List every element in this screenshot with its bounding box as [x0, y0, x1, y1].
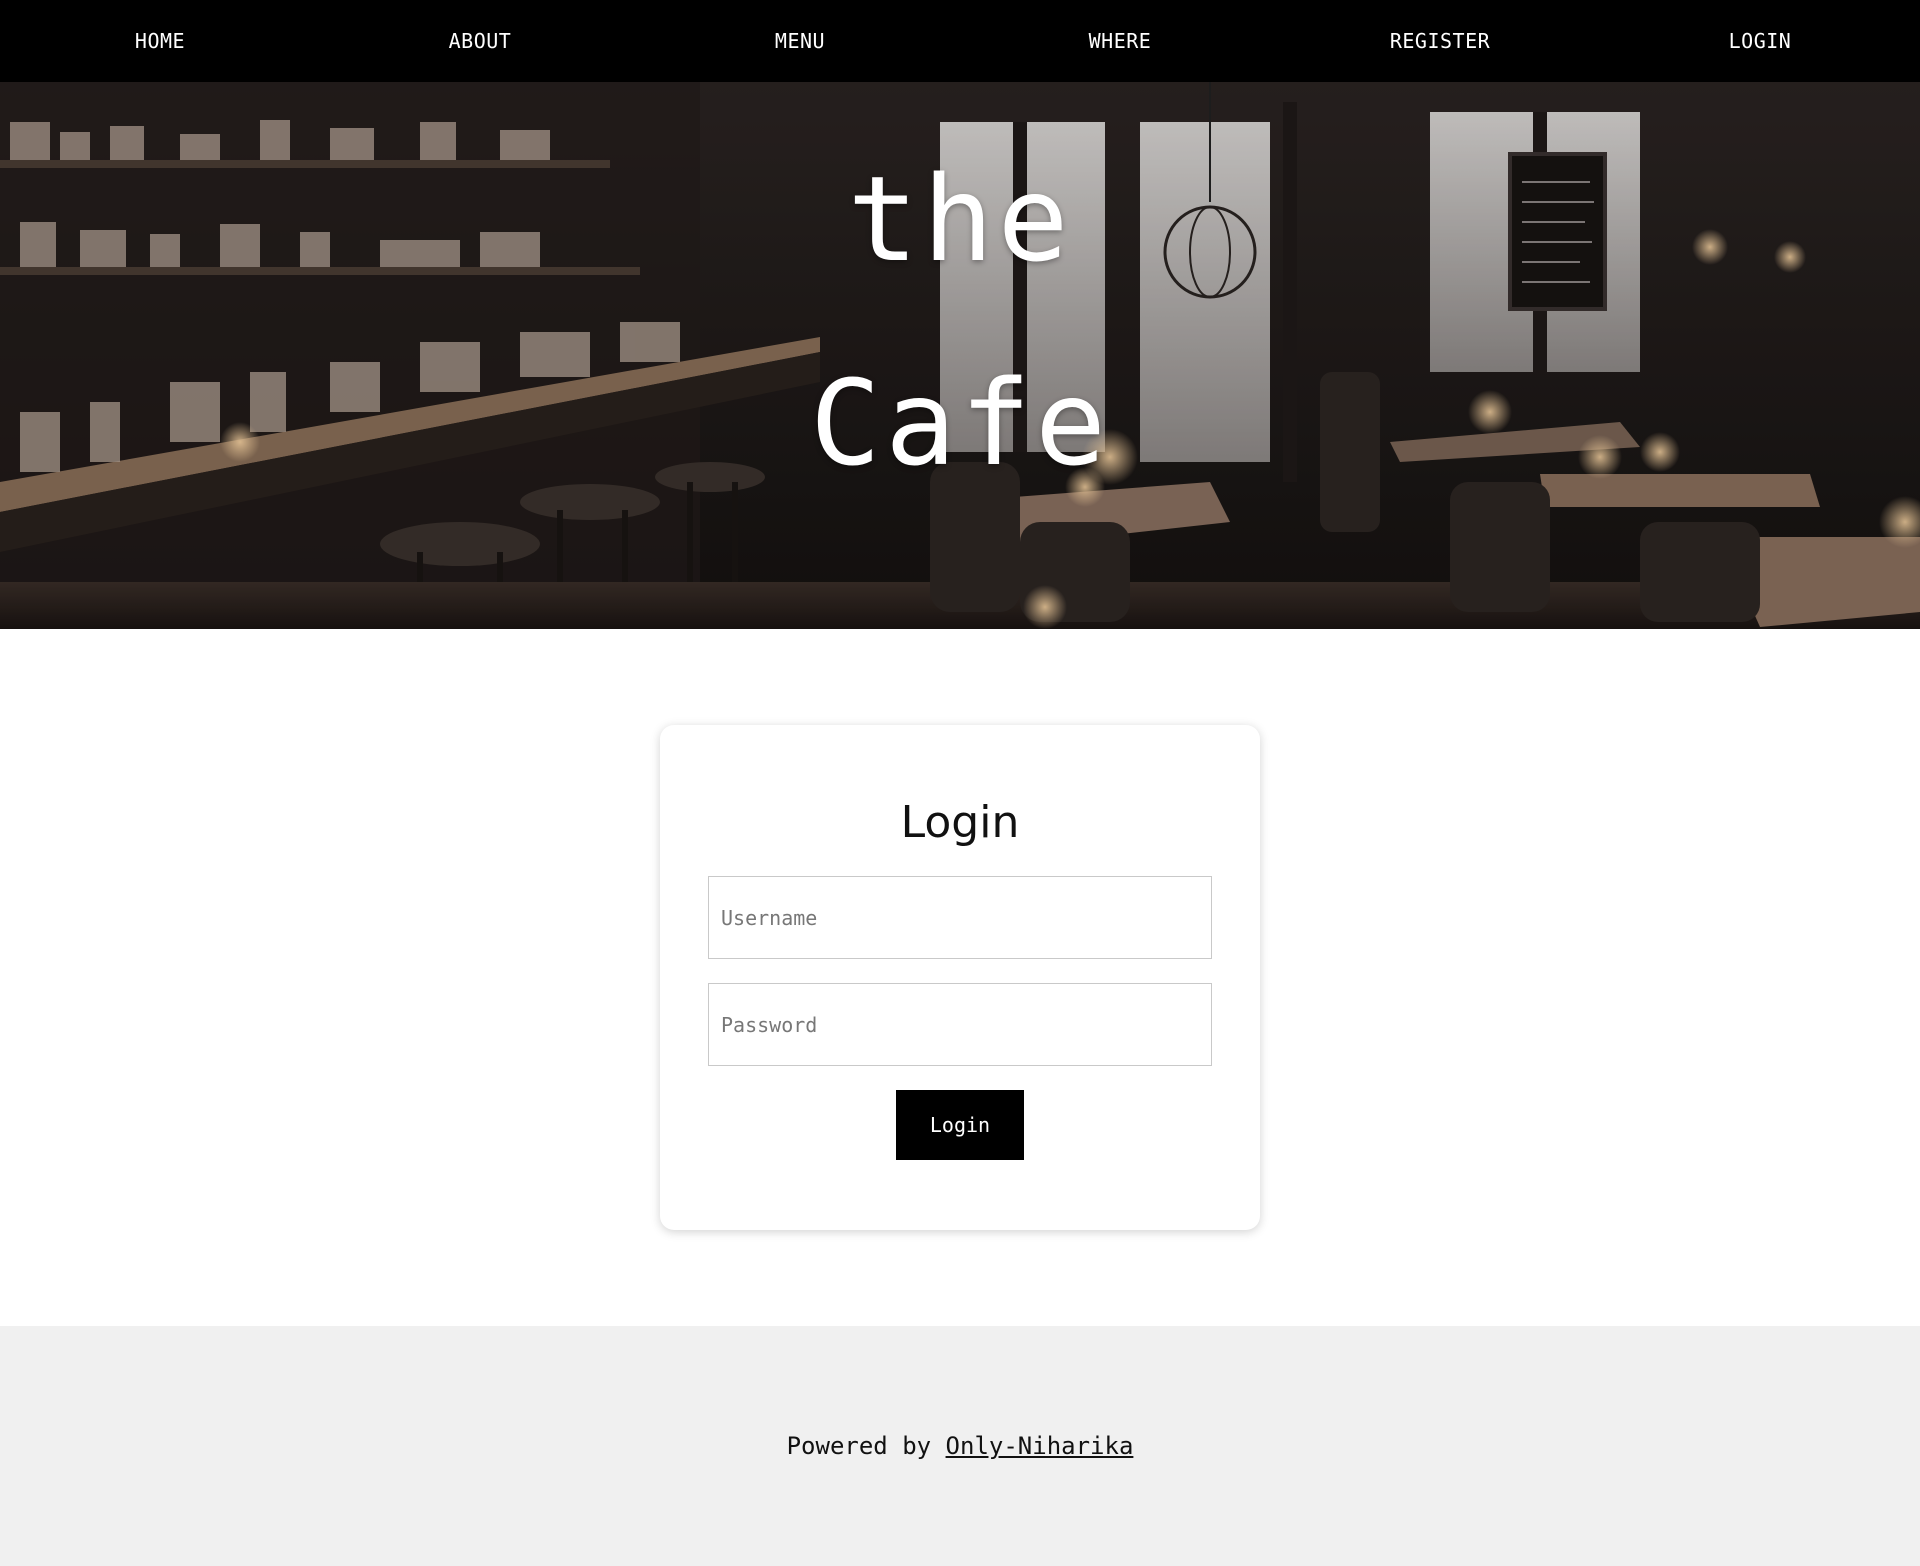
nav-item-login[interactable]: LOGIN: [1600, 29, 1920, 53]
footer-prefix: Powered by: [786, 1432, 932, 1460]
nav-item-where[interactable]: WHERE: [960, 29, 1280, 53]
hero-title-line-2: Cafe: [809, 354, 1111, 492]
username-input[interactable]: [708, 876, 1212, 959]
top-nav: HOME ABOUT MENU WHERE REGISTER LOGIN: [0, 0, 1920, 82]
login-button[interactable]: Login: [896, 1090, 1024, 1160]
hero-banner: the Cafe: [0, 82, 1920, 629]
login-title: Login: [900, 797, 1020, 848]
nav-item-menu[interactable]: MENU: [640, 29, 960, 53]
nav-item-register[interactable]: REGISTER: [1280, 29, 1600, 53]
login-card: Login Login: [660, 725, 1260, 1230]
password-input[interactable]: [708, 983, 1212, 1066]
nav-item-home[interactable]: HOME: [0, 29, 320, 53]
hero-title-line-1: the: [847, 150, 1073, 288]
footer: Powered by Only-Niharika: [0, 1326, 1920, 1566]
footer-credit: Powered by Only-Niharika: [0, 1432, 1920, 1460]
author-link[interactable]: Only-Niharika: [946, 1432, 1134, 1460]
nav-item-about[interactable]: ABOUT: [320, 29, 640, 53]
